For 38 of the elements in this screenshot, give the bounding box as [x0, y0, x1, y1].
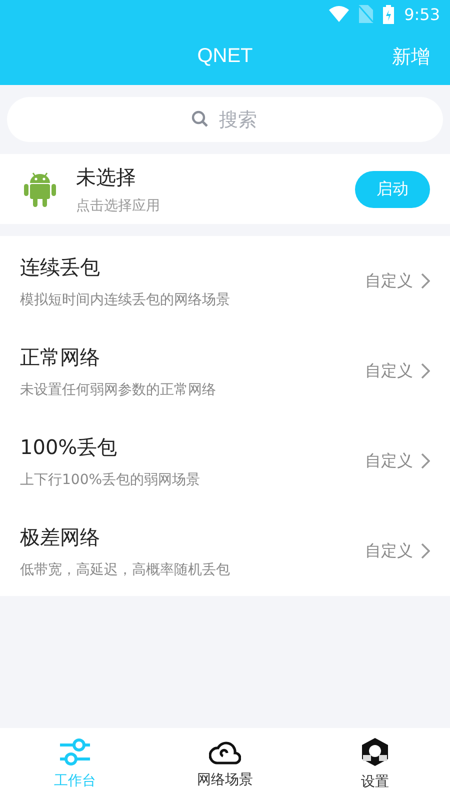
app-title: QNET [197, 45, 253, 68]
hexagon-icon [360, 737, 390, 767]
customize-link[interactable]: 自定义 [365, 450, 413, 472]
scenario-item[interactable]: 正常网络 未设置任何弱网参数的正常网络 自定义 [0, 326, 450, 416]
no-sim-icon [359, 5, 374, 23]
start-button[interactable]: 启动 [355, 170, 430, 208]
battery-icon [383, 4, 394, 24]
scenario-description: 上下行100%丢包的弱网场景 [20, 470, 202, 488]
scenario-title: 极差网络 [20, 524, 101, 550]
nav-tab[interactable]: 设置 [300, 728, 450, 800]
scenario-item[interactable]: 100%丢包 上下行100%丢包的弱网场景 自定义 [0, 416, 450, 506]
app-hint: 点击选择应用 [76, 196, 161, 214]
status-time: 9:53 [404, 4, 440, 24]
nav-tab[interactable]: 网络场景 [150, 728, 300, 800]
scenario-description: 未设置任何弱网参数的正常网络 [20, 380, 217, 398]
android-icon [24, 171, 56, 207]
chevron-icon [421, 273, 430, 289]
customize-link[interactable]: 自定义 [365, 540, 413, 562]
sliders-icon [59, 738, 91, 766]
scenario-item[interactable]: 连续丢包 模拟短时间内连续丢包的网络场景 自定义 [0, 236, 450, 326]
scenario-title: 连续丢包 [20, 254, 101, 280]
add-button[interactable]: 新增 [392, 44, 430, 70]
cloud-icon [209, 739, 241, 765]
customize-link[interactable]: 自定义 [365, 270, 413, 292]
nav-tab[interactable]: 工作台 [0, 728, 150, 800]
chevron-icon [421, 363, 430, 379]
search-icon [191, 110, 209, 128]
customize-link[interactable]: 自定义 [365, 360, 413, 382]
scenario-description: 低带宽，高延迟，高概率随机丢包 [20, 560, 231, 578]
scenario-title: 正常网络 [20, 344, 101, 370]
chevron-icon [421, 543, 430, 559]
search-field[interactable]: 搜索 [7, 97, 443, 142]
chevron-icon [421, 453, 430, 469]
scenario-item[interactable]: 极差网络 低带宽，高延迟，高概率随机丢包 自定义 [0, 506, 450, 596]
app-name: 未选择 [76, 164, 137, 190]
scenario-description: 模拟短时间内连续丢包的网络场景 [20, 290, 231, 308]
wifi-icon [329, 6, 350, 22]
scenario-title: 100%丢包 [20, 434, 118, 460]
